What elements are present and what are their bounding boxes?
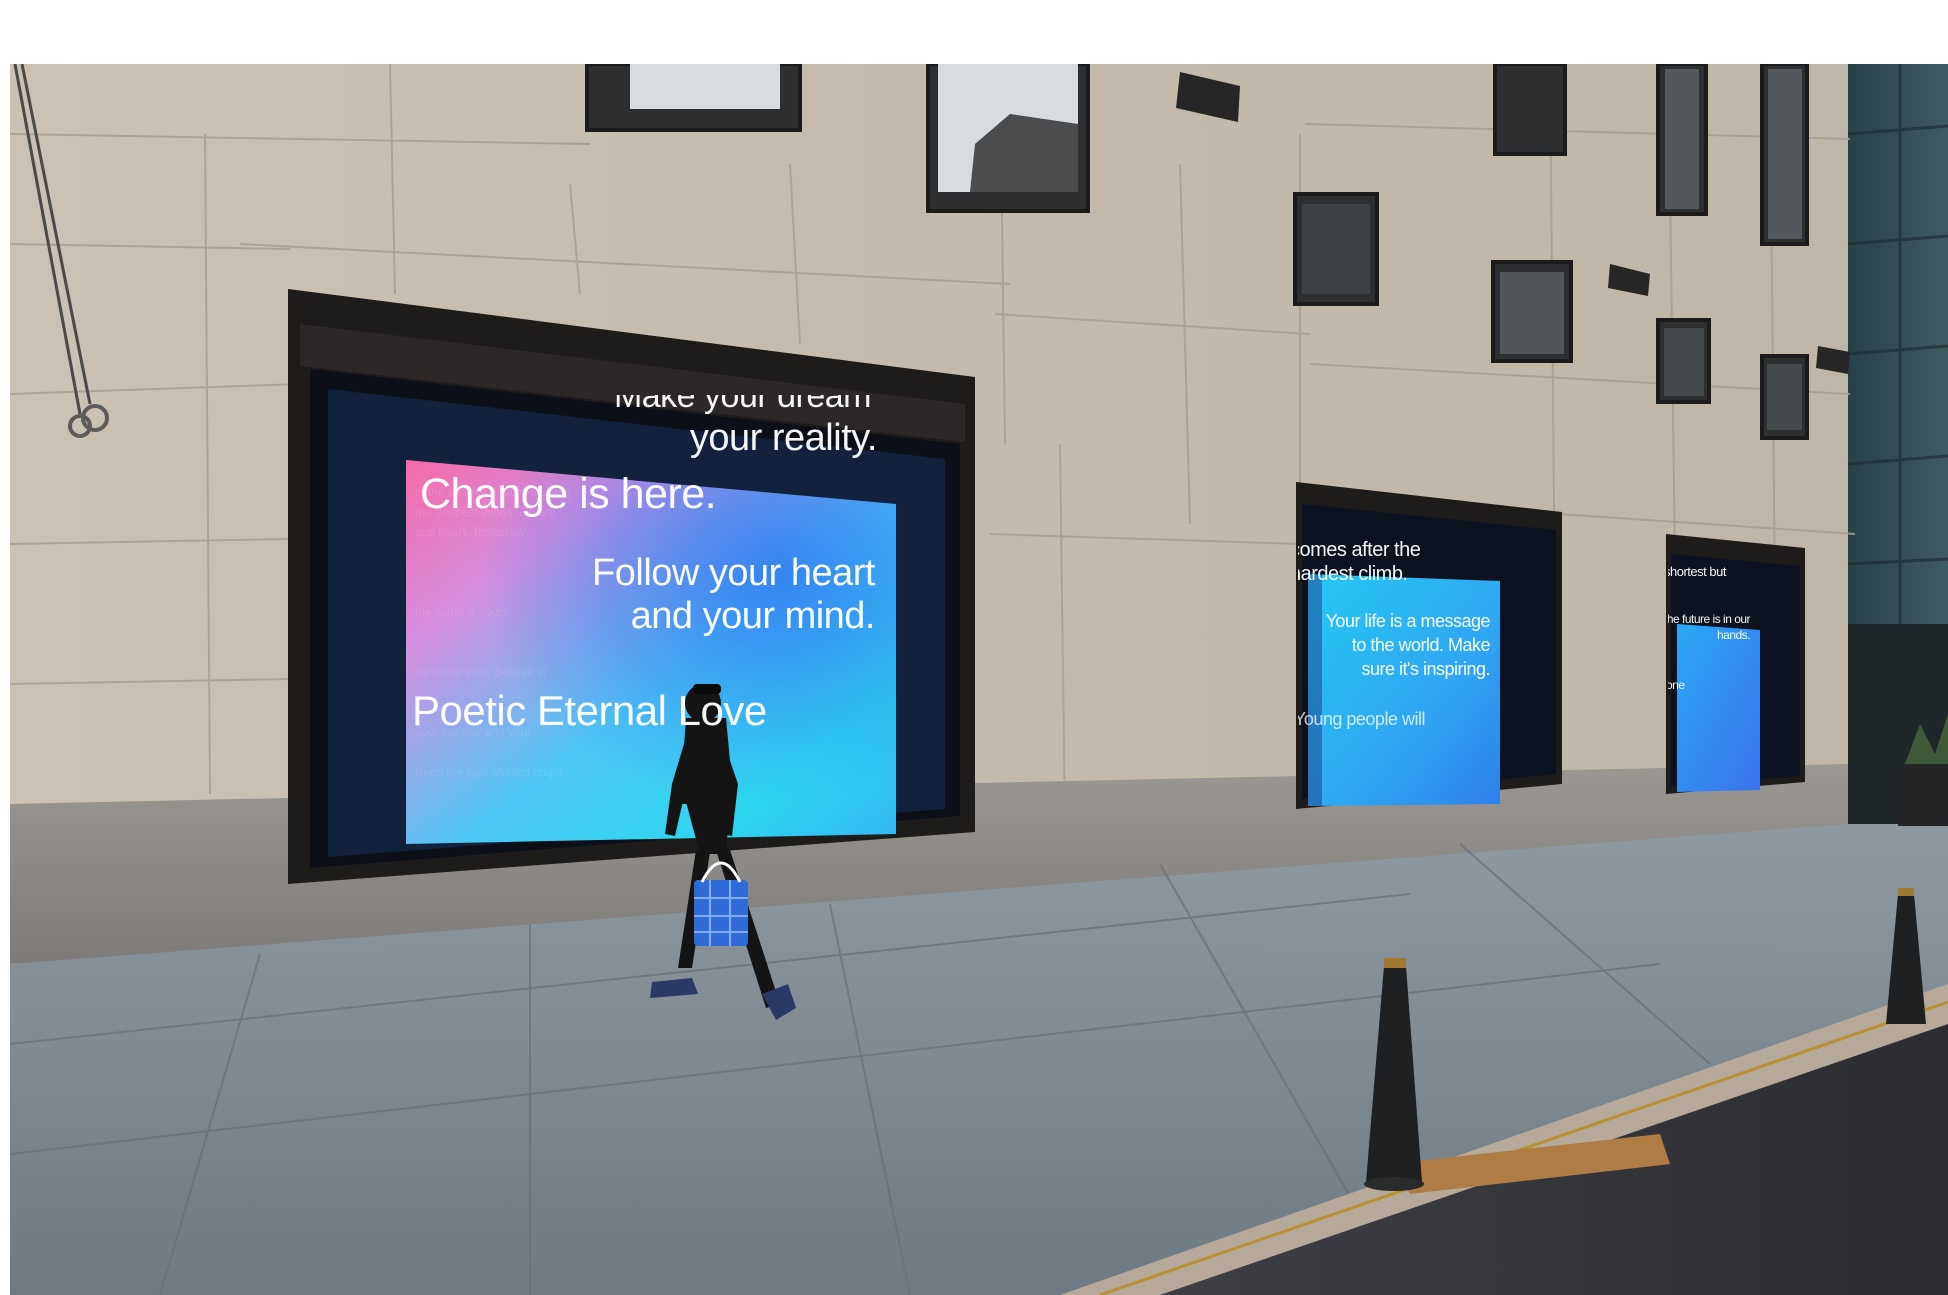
right-screen-line-2: the future is in our bbox=[1668, 612, 1751, 626]
street-photo: in the surface. Inspired Living the deep… bbox=[10, 64, 1948, 1295]
right-display-screen: shortest but the future is in our hands.… bbox=[1668, 560, 1752, 726]
main-screen-line-top: Make your dream bbox=[613, 395, 872, 415]
main-display-screen: Make your dream your reality. Change is … bbox=[398, 395, 885, 770]
right-screen-line-1: shortest but bbox=[1668, 564, 1726, 579]
main-screen-line-bottom: Poetic Eternal Love bbox=[412, 687, 767, 734]
middle-screen-line-2: hardest climb. bbox=[1298, 563, 1408, 585]
middle-display-screen: comes after the hardest climb. Your life… bbox=[1298, 511, 1494, 736]
right-screen-line-3: hands. bbox=[1716, 628, 1751, 642]
main-screen-line-change: Change is here. bbox=[420, 470, 717, 518]
middle-screen-line-4: to the world. Make bbox=[1351, 635, 1491, 655]
right-screen-line-4: one bbox=[1668, 678, 1685, 692]
middle-screen-line-6: Young people will bbox=[1298, 709, 1425, 729]
main-screen-line-reality: your reality. bbox=[689, 417, 878, 459]
main-screen-line-follow-1: Follow your heart bbox=[592, 552, 875, 594]
middle-screen-line-3: Your life is a message bbox=[1325, 611, 1491, 631]
middle-screen-line-5: sure it's inspiring. bbox=[1361, 659, 1491, 679]
middle-screen-line-1: comes after the bbox=[1298, 539, 1421, 561]
main-screen-line-follow-2: and your mind. bbox=[630, 595, 876, 637]
